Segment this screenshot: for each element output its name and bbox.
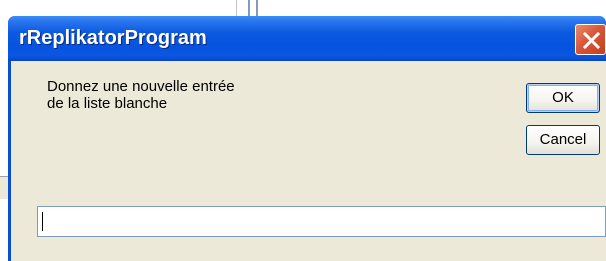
dialog-client-area: Donnez une nouvelle entrée de la liste b… [11, 61, 606, 261]
cancel-button[interactable]: Cancel [526, 125, 600, 155]
input-dialog: rReplikatorProgram Donnez une nouvelle e… [8, 16, 606, 261]
close-icon [582, 31, 601, 50]
close-button[interactable] [575, 24, 606, 55]
ok-button[interactable]: OK [526, 83, 600, 113]
title-bar[interactable]: rReplikatorProgram [8, 16, 606, 61]
text-caret [42, 212, 43, 231]
dialog-title: rReplikatorProgram [19, 27, 207, 49]
prompt-label: Donnez une nouvelle entrée de la liste b… [47, 78, 235, 112]
whitelist-entry-input[interactable] [37, 206, 606, 237]
